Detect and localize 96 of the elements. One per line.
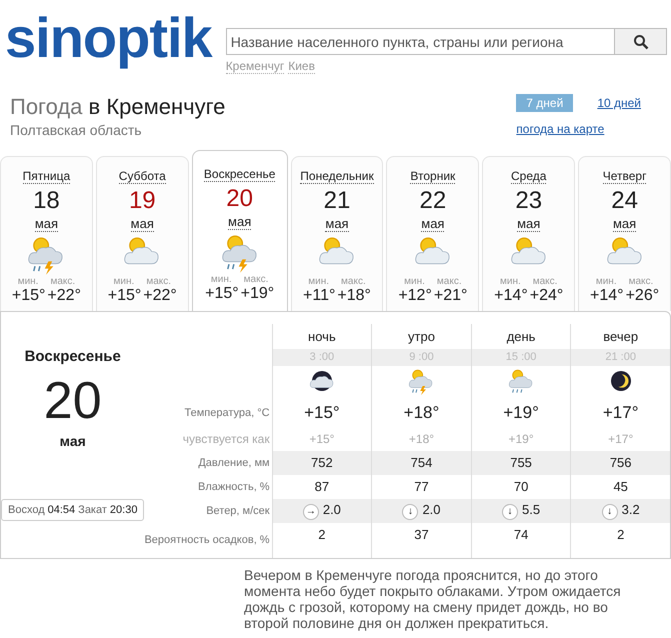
wind-direction-icon: → xyxy=(302,504,319,520)
table-cell: 74 xyxy=(471,522,571,558)
period-tab[interactable]: 10 дней xyxy=(587,94,651,112)
table-cell: ↓ 3.2 xyxy=(570,498,670,523)
weekday-label: Пятница xyxy=(22,169,70,184)
date-number: 24 xyxy=(611,186,638,216)
month-label: мая xyxy=(60,433,86,449)
day-tab[interactable]: Четверг 24 мая мин. макс. +14°+26° xyxy=(578,156,671,311)
min-temp: +15° xyxy=(108,287,142,305)
month-label: мая xyxy=(517,216,540,232)
sunset-label: Закат xyxy=(78,504,107,516)
day-tab[interactable]: Вторник 22 мая мин. макс. +12°+21° xyxy=(386,156,480,311)
max-temp: +22° xyxy=(143,287,177,305)
month-label: мая xyxy=(421,216,444,232)
min-label: мин. xyxy=(308,276,330,287)
max-label: макс. xyxy=(146,276,172,287)
day-tab[interactable]: Воскресенье 20 мая мин. макс. +15°+19° xyxy=(192,150,288,311)
weekday-label: Среда xyxy=(511,169,546,184)
max-temp: +19° xyxy=(240,285,274,303)
max-temp: +24° xyxy=(530,287,564,305)
table-cell: 756 xyxy=(570,450,670,475)
row-label: чувствуется как xyxy=(144,426,272,451)
max-label: макс. xyxy=(341,276,366,287)
row-label: Вероятность осадков, % xyxy=(144,522,272,558)
min-temp: +15° xyxy=(205,285,239,303)
table-cell: → 2.0 xyxy=(272,498,372,523)
min-temp: +12° xyxy=(398,287,432,305)
table-cell: 755 xyxy=(471,450,571,475)
min-temp: +14° xyxy=(590,287,624,305)
day-tab[interactable]: Суббота 19 мая мин. макс. +15°+22° xyxy=(96,156,189,311)
table-cell: 754 xyxy=(372,450,472,475)
table-cell: 752 xyxy=(272,450,372,475)
min-label: мин. xyxy=(114,276,134,287)
map-link[interactable]: погода на карте xyxy=(516,122,651,136)
wind-direction-icon: ↓ xyxy=(402,504,418,520)
search-icon xyxy=(632,34,648,50)
date-number: 20 xyxy=(44,371,102,431)
table-cell: +17° xyxy=(570,400,670,427)
region-label: Полтавская область xyxy=(10,122,143,138)
min-label: мин. xyxy=(404,276,425,287)
sunrise-label: Восход xyxy=(8,504,45,516)
date-number: 21 xyxy=(324,186,350,216)
min-temp: +14° xyxy=(494,287,528,305)
month-label: мая xyxy=(325,216,349,232)
search-field[interactable]: Название населенного пункта, страны или региона xyxy=(226,28,667,55)
max-temp: +18° xyxy=(337,287,371,305)
weekday-label: Суббота xyxy=(118,169,166,184)
forecast-description: Вечером в Кременчуге погода прояснится, но до этого момента небо будет покрыто облаками. Утром ожидается дождь с грозой, которому на смену придет дождь, но во второй половине дня он должен прекратиться. xyxy=(243,566,622,631)
max-label: макс. xyxy=(436,276,462,287)
date-number: 18 xyxy=(33,186,60,216)
table-cell: +18° xyxy=(372,400,472,427)
table-cell: ↓ 2.0 xyxy=(372,498,472,523)
min-label: мин. xyxy=(210,274,232,285)
page-title: Погода в Кременчуге xyxy=(10,94,226,120)
row-label: Температура, °С xyxy=(144,400,272,427)
month-label: мая xyxy=(130,216,154,232)
min-label: мин. xyxy=(18,276,38,287)
day-tab[interactable]: Понедельник 21 мая мин. макс. +11°+18° xyxy=(290,156,384,311)
max-temp: +21° xyxy=(434,287,468,305)
weekday-label: Воскресенье xyxy=(204,167,276,182)
row-label: Влажность, % xyxy=(144,474,272,499)
table-cell: +19° xyxy=(471,400,571,427)
date-number: 22 xyxy=(420,186,446,216)
max-label: макс. xyxy=(628,276,654,287)
min-temp: +11° xyxy=(303,287,336,305)
month-label: мая xyxy=(228,214,252,230)
sunrise-time: 04:54 xyxy=(48,504,76,516)
table-cell: +15° xyxy=(272,400,372,427)
day-tab[interactable]: Пятница 18 мая мин. макс. +15°+22° xyxy=(0,156,93,311)
weekday-label: Вторник xyxy=(410,169,456,184)
max-label: макс. xyxy=(532,276,558,287)
table-cell: 37 xyxy=(372,522,472,558)
max-label: макс. xyxy=(50,276,76,287)
search-button[interactable] xyxy=(614,29,666,54)
date-number: 23 xyxy=(515,186,542,216)
table-cell: 2 xyxy=(272,522,372,558)
table-cell: ↓ 5.5 xyxy=(471,498,571,523)
min-label: мин. xyxy=(500,276,521,287)
table-cell: 2 xyxy=(570,522,670,558)
max-temp: +22° xyxy=(47,287,81,305)
date-number: 19 xyxy=(128,186,156,216)
wind-direction-icon: ↓ xyxy=(602,504,618,520)
max-temp: +26° xyxy=(626,287,660,305)
logo[interactable]: sinoptik xyxy=(5,8,212,68)
sunset-time: 20:30 xyxy=(110,504,138,516)
min-label: мин. xyxy=(596,276,617,287)
weekday-label: Понедельник xyxy=(300,169,374,184)
min-temp: +15° xyxy=(12,287,46,305)
wind-direction-icon: ↓ xyxy=(502,504,518,520)
max-label: макс. xyxy=(244,274,268,285)
weekday-label: Четверг xyxy=(602,169,646,184)
month-label: мая xyxy=(612,216,636,232)
month-label: мая xyxy=(34,216,58,232)
day-tab[interactable]: Среда 23 мая мин. макс. +14°+24° xyxy=(482,156,576,311)
weekday-heading: Воскресенье xyxy=(24,348,121,365)
date-number: 20 xyxy=(226,184,253,214)
